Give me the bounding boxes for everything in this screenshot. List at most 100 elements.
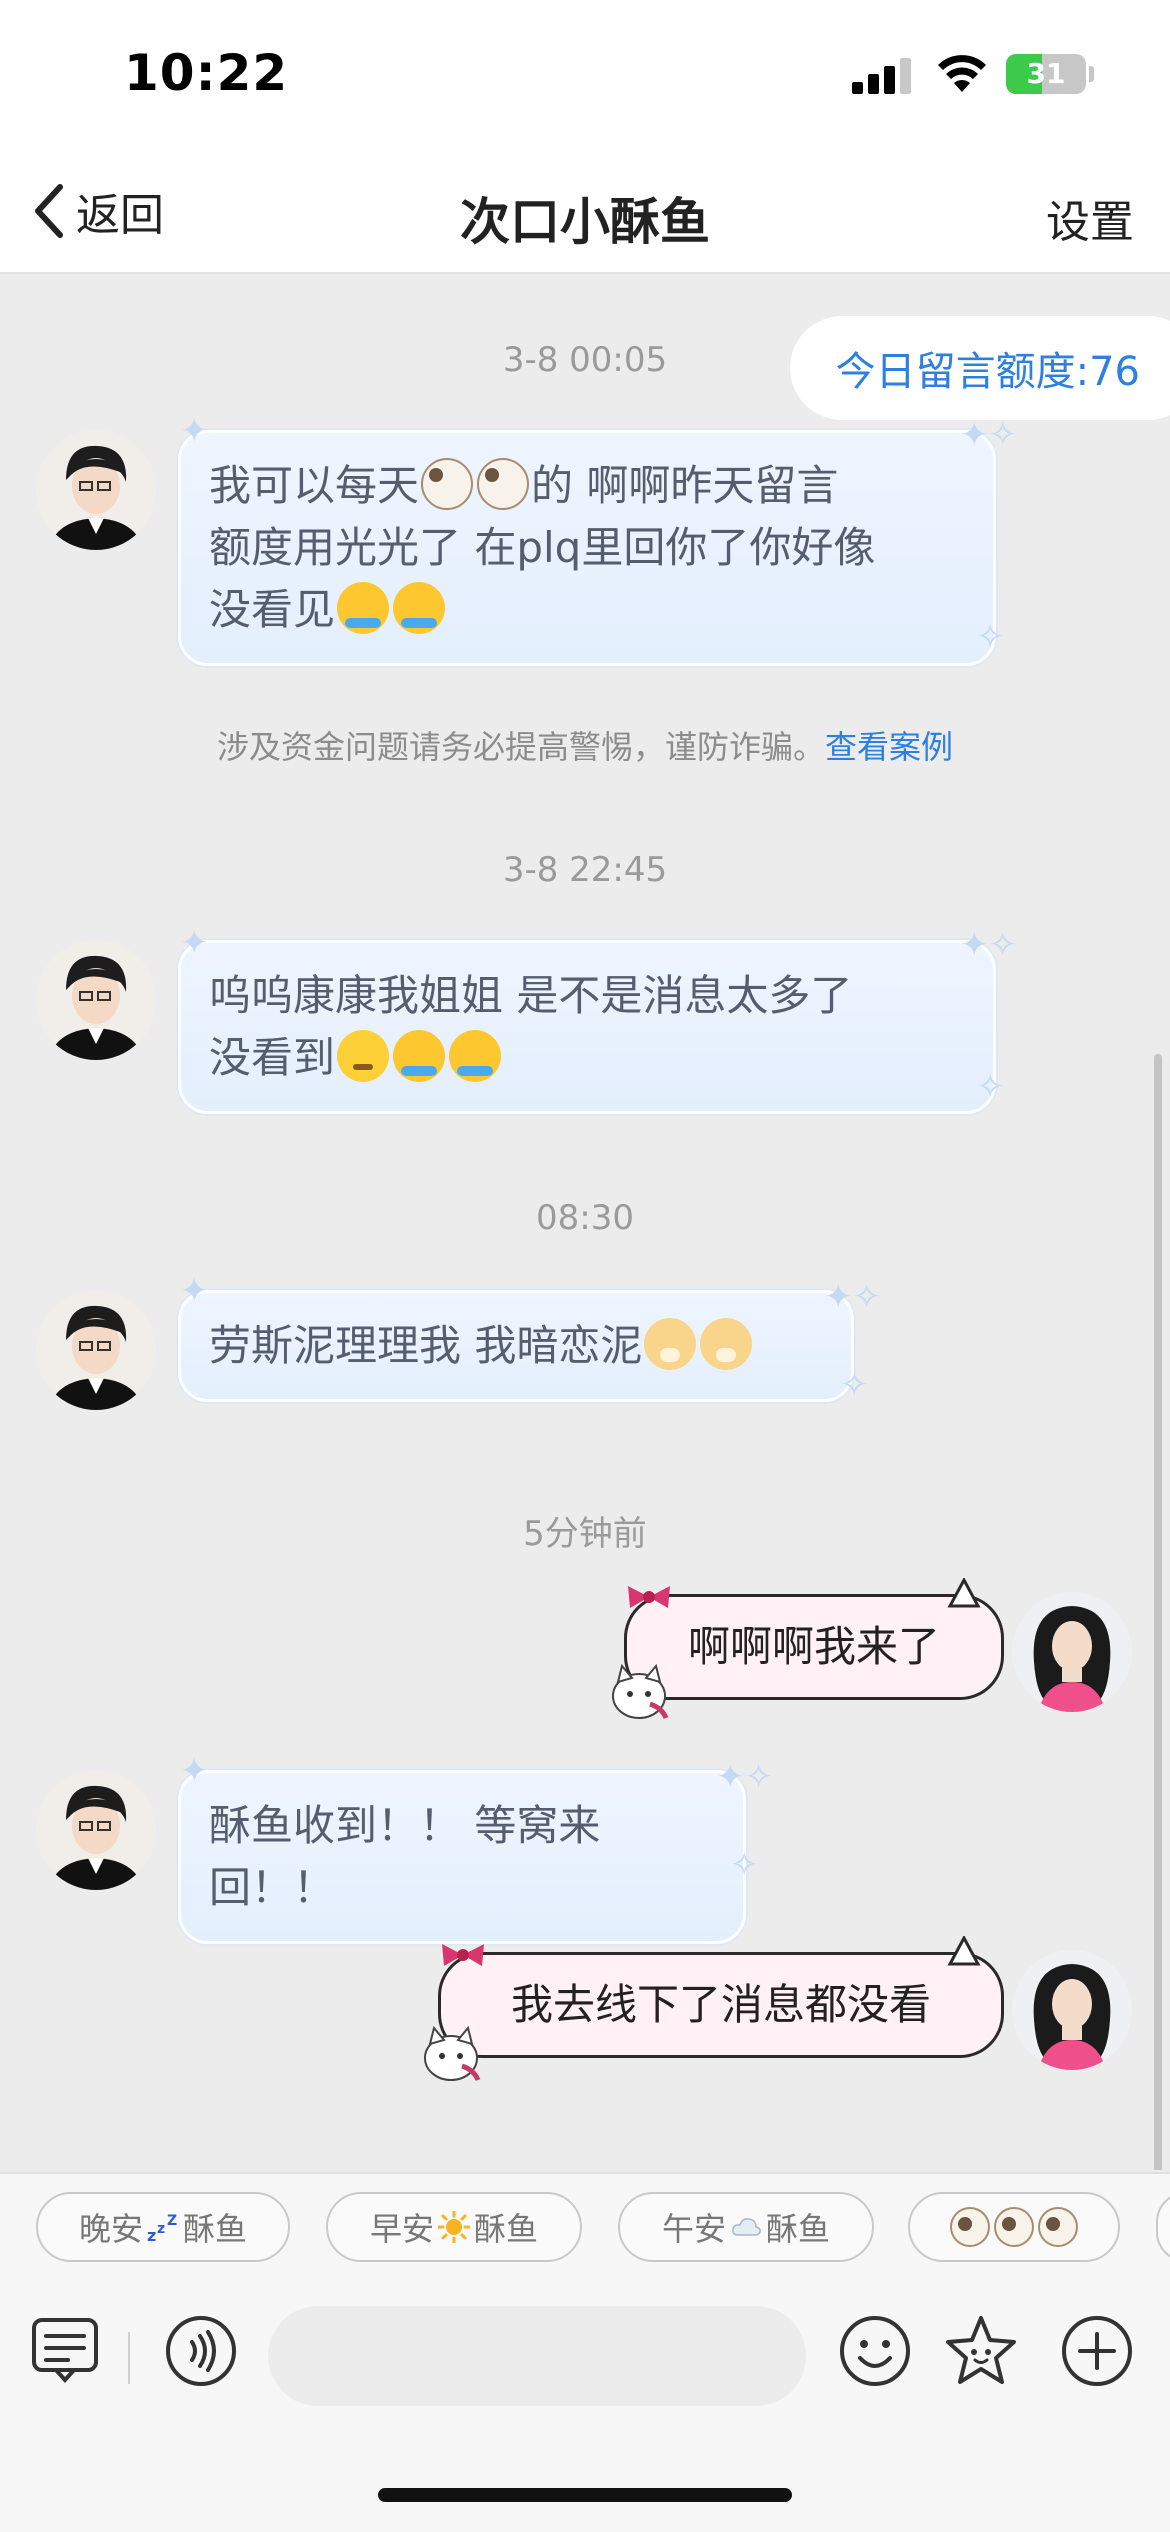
sun-icon xyxy=(438,2211,470,2243)
sparkle-icon: ✧ xyxy=(976,617,1005,657)
sparkle-icon: ✦✧ xyxy=(716,1757,773,1797)
sparkle-icon: ✦✧ xyxy=(960,415,1017,455)
user-avatar[interactable] xyxy=(1012,1592,1132,1712)
message-line: 没看到 xyxy=(209,1027,965,1089)
bow-icon xyxy=(442,1944,484,1966)
sheep-emoji-icon xyxy=(994,2207,1034,2247)
wifi-icon xyxy=(938,55,986,92)
dog-emoji-icon xyxy=(700,1318,753,1370)
status-bar: 10:22 31 xyxy=(0,0,1170,150)
message-text: 没看见 xyxy=(209,585,336,634)
person-male-icon xyxy=(36,1770,156,1890)
message-text: 呜呜康康我姐姐 是不是消息太多了 xyxy=(209,971,853,1020)
contact-avatar[interactable] xyxy=(36,430,156,550)
sparkle-icon: ✦ xyxy=(180,1751,209,1791)
person-male-icon xyxy=(36,1290,156,1410)
view-cases-link[interactable]: 查看案例 xyxy=(825,728,953,766)
cat-sticker-icon xyxy=(612,1663,669,1720)
chip-label: 酥鱼 xyxy=(183,2210,248,2248)
message-bubble-incoming[interactable]: 劳斯泥理理我 我暗恋泥 xyxy=(178,1290,854,1402)
dog-emoji-icon xyxy=(644,1318,697,1370)
timestamp: 5分钟前 xyxy=(523,1514,647,1554)
settings-button[interactable]: 设置 xyxy=(1046,186,1134,250)
battery-icon: 31 xyxy=(1006,54,1086,94)
sparkle-icon: ✦ xyxy=(180,923,209,963)
sparkle-icon: ✧ xyxy=(730,1845,759,1885)
person-male-icon xyxy=(36,430,156,550)
message-bubble-incoming[interactable]: 我可以每天 的 啊啊昨天留言 额度用光光了 在plq里回你了你好像 没看见 xyxy=(178,430,996,666)
sheep-emoji-icon xyxy=(477,458,530,510)
user-avatar[interactable] xyxy=(1012,1950,1132,2070)
chip-label: 午安 xyxy=(661,2210,726,2248)
cat-ear-icon xyxy=(947,1936,981,1966)
scrollbar[interactable] xyxy=(1154,1054,1162,2170)
sparkle-icon: ✦ xyxy=(180,1271,209,1311)
quick-reply-sheep[interactable] xyxy=(908,2192,1120,2262)
contact-avatar[interactable] xyxy=(36,1290,156,1410)
message-line: 我可以每天 的 啊啊昨天留言 xyxy=(209,455,965,517)
emoji-icon[interactable] xyxy=(836,2312,914,2390)
back-label: 返回 xyxy=(76,190,164,241)
home-indicator xyxy=(378,2488,792,2502)
svg-text:z: z xyxy=(157,2221,165,2237)
quick-reply-goodafternoon[interactable]: 午安 酥鱼 xyxy=(618,2192,874,2262)
timestamp: 08:30 xyxy=(536,1198,634,1238)
chip-label: 晚安 xyxy=(78,2210,143,2248)
chip-label: 酥鱼 xyxy=(766,2210,831,2248)
message-line: 没看见 xyxy=(209,579,965,641)
message-text: 劳斯泥理理我 我暗恋泥 xyxy=(209,1321,643,1370)
crying-emoji-icon xyxy=(337,582,390,634)
person-female-icon xyxy=(1012,1950,1132,2070)
battery-tip xyxy=(1089,66,1094,82)
chip-label: 酥鱼 xyxy=(474,2210,539,2248)
svg-text:Z: Z xyxy=(167,2213,177,2229)
add-icon[interactable] xyxy=(1058,2312,1136,2390)
sparkle-icon: ✧ xyxy=(976,1067,1005,1107)
cellular-signal-icon xyxy=(852,58,914,94)
bow-icon xyxy=(628,1586,670,1608)
quick-reply-goodnight[interactable]: 晚安 z z Z 酥鱼 xyxy=(36,2192,290,2262)
sparkle-icon: ✦✧ xyxy=(824,1277,881,1317)
quick-reply-more[interactable] xyxy=(1156,2192,1170,2262)
navigation-bar: 返回 次口小酥鱼 设置 xyxy=(0,150,1170,274)
back-button[interactable]: 返回 xyxy=(30,176,164,246)
chat-area[interactable]: 今日留言额度:76 3-8 00:05 我可以每天的 啊啊昨天留言 额度用光光了… xyxy=(0,276,1170,2170)
sparkle-icon: ✦ xyxy=(180,411,209,451)
sheep-emoji-icon xyxy=(1038,2207,1078,2247)
contact-avatar[interactable] xyxy=(36,1770,156,1890)
voice-icon[interactable] xyxy=(162,2312,240,2390)
divider xyxy=(128,2332,130,2384)
zzz-icon: z z Z xyxy=(147,2213,177,2243)
menu-list-icon[interactable] xyxy=(26,2312,104,2390)
input-bar xyxy=(0,2292,1170,2532)
message-bubble-outgoing[interactable]: 我去线下了消息都没看 xyxy=(438,1952,1004,2058)
sheep-emoji-icon xyxy=(950,2207,990,2247)
cat-ear-icon xyxy=(947,1578,981,1608)
crying-emoji-icon xyxy=(393,1030,446,1082)
message-text: 没看到 xyxy=(209,1033,336,1082)
svg-text:z: z xyxy=(147,2226,156,2243)
sparkle-icon: ✧ xyxy=(840,1365,869,1405)
sticker-star-icon[interactable] xyxy=(942,2312,1020,2390)
crying-emoji-icon xyxy=(449,1030,502,1082)
quick-reply-bar: 晚安 z z Z 酥鱼 早安 酥鱼 午安 酥鱼 xyxy=(0,2172,1170,2292)
status-time: 10:22 xyxy=(124,44,289,102)
chevron-left-icon xyxy=(35,184,63,238)
contact-avatar[interactable] xyxy=(36,940,156,1060)
person-male-icon xyxy=(36,940,156,1060)
message-bubble-outgoing[interactable]: 啊啊啊我来了 xyxy=(624,1594,1004,1700)
sheep-emoji-icon xyxy=(421,458,474,510)
crying-emoji-icon xyxy=(393,582,446,634)
chip-label: 早安 xyxy=(369,2210,434,2248)
message-input[interactable] xyxy=(268,2306,806,2406)
quick-reply-goodmorning[interactable]: 早安 酥鱼 xyxy=(326,2192,582,2262)
message-bubble-incoming[interactable]: 酥鱼收到！！ 等窝来回！！ xyxy=(178,1770,746,1944)
person-female-icon xyxy=(1012,1592,1132,1712)
timestamp: 3-8 22:45 xyxy=(502,850,668,890)
sad-emoji-icon xyxy=(337,1030,390,1082)
sparkle-icon: ✦✧ xyxy=(960,925,1017,965)
message-text: 的 啊啊昨天留言 xyxy=(531,461,839,510)
battery-percent: 31 xyxy=(1026,57,1066,90)
page-title: 次口小酥鱼 xyxy=(460,193,710,251)
message-bubble-incoming[interactable]: 呜呜康康我姐姐 是不是消息太多了 没看到 xyxy=(178,940,996,1114)
